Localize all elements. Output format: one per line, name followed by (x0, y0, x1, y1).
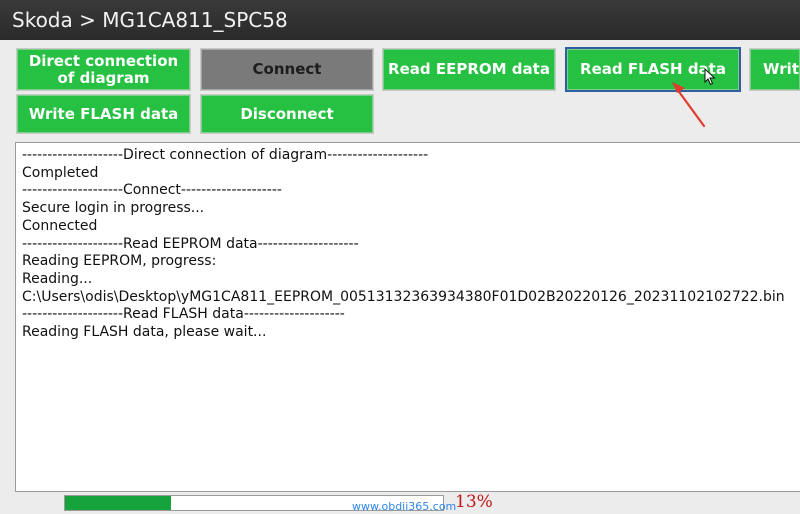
log-line: Reading... (22, 270, 93, 287)
log-line: --------------------Direct connection of… (22, 147, 429, 163)
window-title: Skoda > MG1CA811_SPC58 (0, 0, 800, 40)
log-line: --------------------Read FLASH data-----… (22, 306, 345, 323)
log-line: --------------------Connect-------------… (22, 182, 282, 199)
progress-fill (65, 496, 171, 510)
read-eeprom-button[interactable]: Read EEPROM data (382, 48, 556, 91)
red-arrow-icon (672, 82, 706, 128)
write-flash-button[interactable]: Write FLASH data (16, 94, 191, 134)
log-line: Reading FLASH data, please wait... (22, 324, 267, 341)
log-line: Secure login in progress... (22, 200, 205, 217)
watermark-text: www.obdii365.com (352, 500, 457, 513)
progress-percent: 13% (455, 492, 493, 512)
connect-button[interactable]: Connect (200, 48, 374, 91)
log-line: Connected (22, 217, 98, 234)
log-line: --------------------Read EEPROM data----… (22, 235, 359, 252)
write-button[interactable]: Write (749, 48, 800, 91)
mouse-pointer-icon (704, 67, 716, 86)
direct-connection-button[interactable]: Direct connection of diagram (16, 48, 191, 91)
log-line: Completed (22, 164, 99, 181)
log-line: Reading EEPROM, progress: (22, 253, 217, 270)
log-output[interactable]: --------------------Direct connection of… (15, 142, 800, 492)
log-line: C:\Users\odis\Desktop\yMG1CA811_EEPROM_0… (22, 288, 785, 305)
disconnect-button[interactable]: Disconnect (200, 94, 374, 134)
